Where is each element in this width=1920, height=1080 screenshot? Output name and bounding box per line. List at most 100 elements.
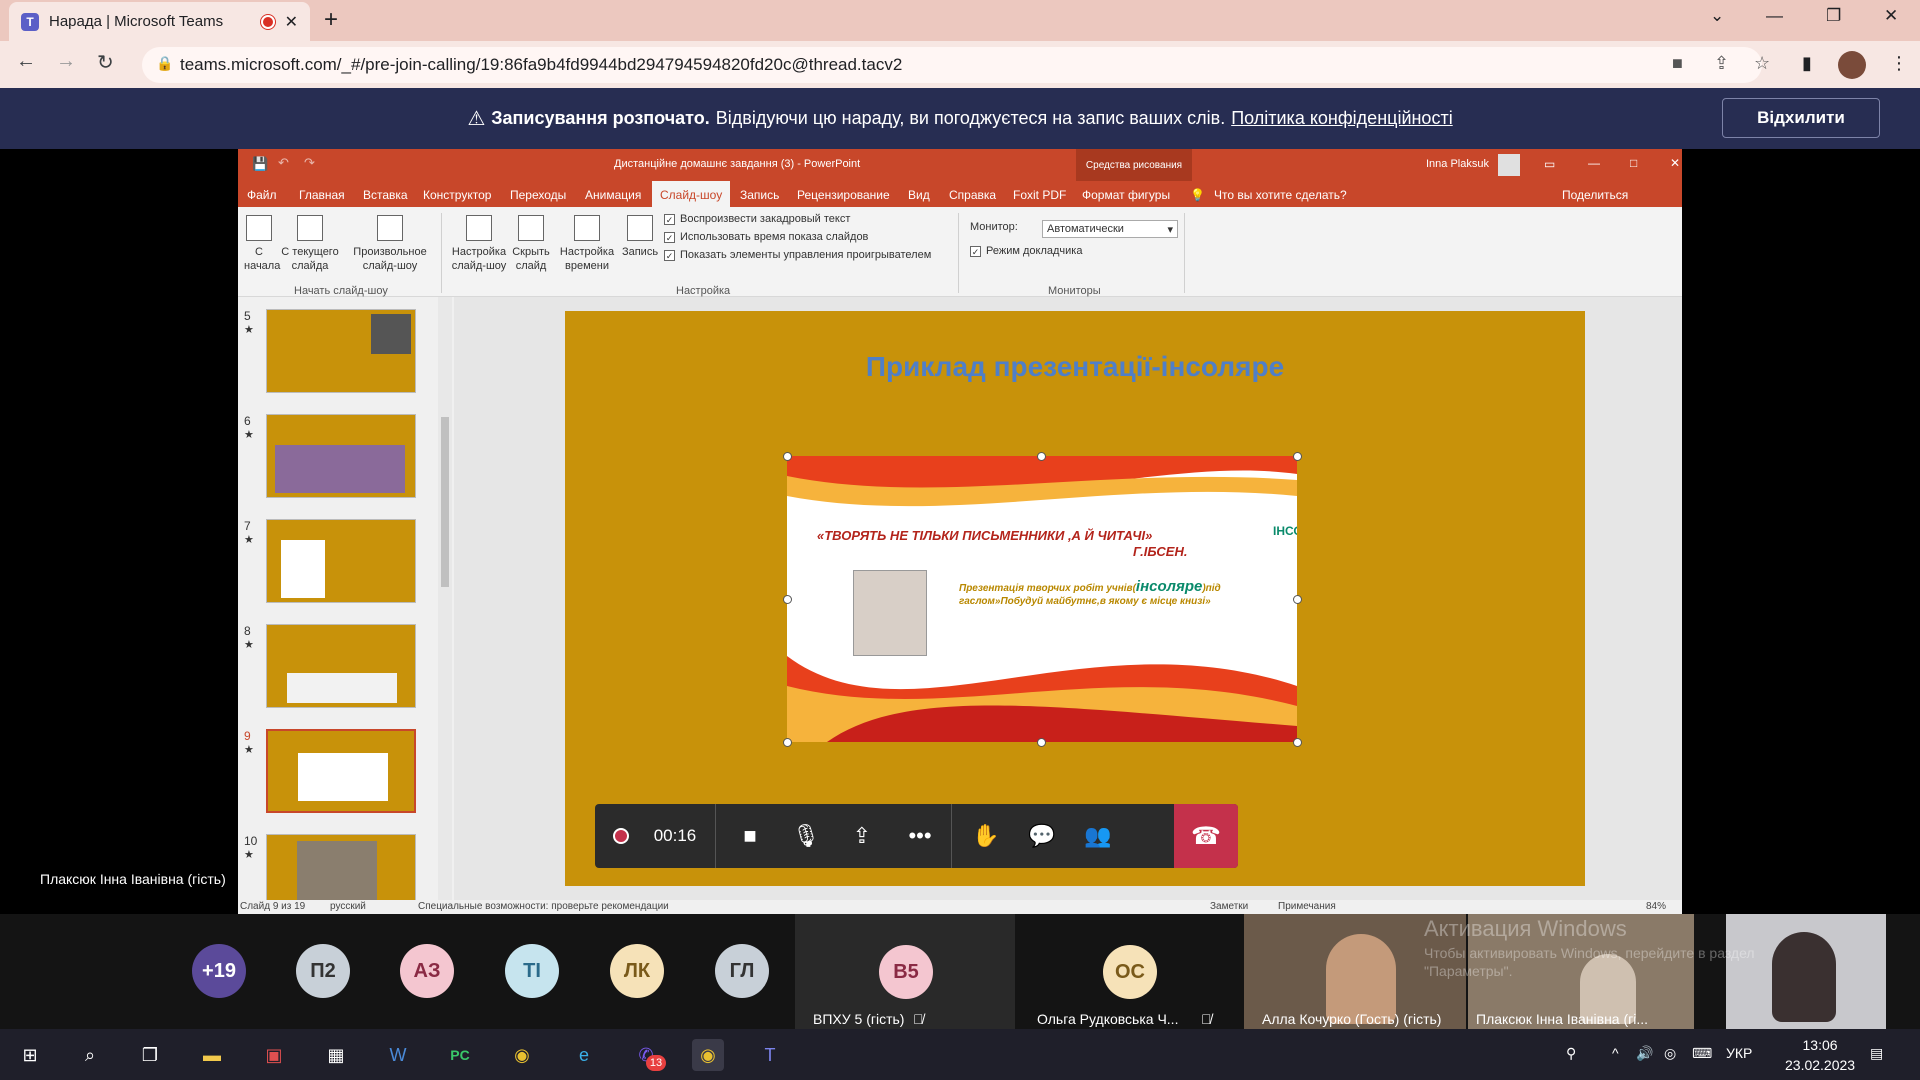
raise-hand-button[interactable]: ✋ <box>961 804 1011 868</box>
participant-name: Алла Кочурко (Гость) (гість) <box>1262 1011 1442 1027</box>
restore-button[interactable]: ❐ <box>1826 6 1841 26</box>
tab-search-icon[interactable]: ⌄ <box>1710 6 1724 26</box>
close-window-button[interactable]: ✕ <box>1884 6 1898 26</box>
ppt-tab: Главная <box>299 188 345 202</box>
bookmark-star-icon[interactable]: ☆ <box>1754 53 1770 74</box>
volume-icon[interactable]: 🔊 <box>1636 1045 1653 1062</box>
back-button[interactable]: ← <box>16 50 36 73</box>
app-icon[interactable]: ▣ <box>258 1039 290 1071</box>
ribbon-separator <box>1184 213 1185 293</box>
recording-banner: ⚠ Записування розпочато. Відвідуючи цю н… <box>0 88 1920 149</box>
mic-off-icon: 🎙̸ <box>913 1011 924 1027</box>
thumbnail-image <box>287 673 397 703</box>
ppt-tab: Переходы <box>510 188 567 202</box>
minimize-button[interactable]: — <box>1766 6 1783 26</box>
share-screen-button[interactable]: ⇪ <box>837 804 887 868</box>
ribbon-separator <box>958 213 959 293</box>
tray-chevron-icon[interactable]: ^ <box>1612 1045 1619 1061</box>
participant-tile: ОС Ольга Рудковська Ч... 🎙̸ <box>1017 914 1242 1029</box>
group-setup-label: Настройка <box>676 285 731 297</box>
desc-before: Презентація творчих робіт учнів( <box>959 583 1136 594</box>
controls-checkbox: ✓ Показать элементы управления проигрыват… <box>664 249 931 261</box>
lock-icon[interactable]: 🔒 <box>156 55 173 72</box>
slide-number: 8 <box>244 624 251 638</box>
star-icon: ★ <box>244 744 254 756</box>
thumbnails-scrollbar <box>438 297 452 900</box>
browser-tab[interactable]: T Нарада | Microsoft Teams ✕ <box>9 2 310 41</box>
chrome-icon[interactable]: ◉ <box>506 1039 538 1071</box>
ppt-tab: Формат фигуры <box>1082 188 1171 202</box>
setup-label: Настройка слайд-шоу <box>451 246 507 272</box>
participant-avatar: В5 <box>879 945 933 999</box>
resize-handle <box>1293 452 1302 461</box>
people-icon[interactable]: ⚲ <box>1566 1045 1576 1062</box>
presenter-view-checkbox: ✓ Режим докладчика <box>970 245 1082 257</box>
keyboard-icon[interactable]: ⌨ <box>1692 1045 1712 1062</box>
menu-icon[interactable]: ⋮ <box>1890 53 1908 74</box>
mic-off-button[interactable]: 🎙 <box>781 804 831 868</box>
profile-avatar[interactable] <box>1838 51 1866 79</box>
new-tab-button[interactable]: + <box>324 6 338 34</box>
ribbon-separator <box>441 213 442 293</box>
resize-handle <box>1037 738 1046 747</box>
more-participants-button[interactable]: +19 <box>192 944 246 998</box>
address-bar-row: ← → ↻ 🔒 teams.microsoft.com/_#/pre-join-… <box>0 41 1920 88</box>
slide-number: 10 <box>244 834 258 848</box>
close-tab-icon[interactable]: ✕ <box>285 12 298 32</box>
ppt-document-title: Дистанційне домашнє завдання (3) - Power… <box>614 158 861 170</box>
browser-tab-strip: T Нарада | Microsoft Teams ✕ + ⌄ — ❐ ✕ <box>0 0 1920 41</box>
clock[interactable]: 13:06 23.02.2023 <box>1785 1035 1855 1075</box>
start-button[interactable]: ⊞ <box>14 1039 46 1071</box>
controls-label: Показать элементы управления проигрывате… <box>680 249 932 261</box>
chat-button[interactable]: 💬 <box>1017 804 1067 868</box>
current-slide: Приклад презентації-інсоляре «ТВОРЯТЬ НЕ… <box>565 311 1585 886</box>
side-panel-icon[interactable]: ▮ <box>1802 53 1812 74</box>
scroll-thumb <box>441 417 449 587</box>
resize-handle <box>1293 738 1302 747</box>
checkbox-icon: ✓ <box>664 231 675 243</box>
monitor-label: Монитор: <box>970 221 1018 233</box>
accessibility-status: Специальные возможности: проверьте реком… <box>418 901 669 912</box>
edge-icon[interactable]: e <box>568 1039 600 1071</box>
viber-tray-icon[interactable]: ◎ <box>1664 1045 1676 1062</box>
ppt-tab: Запись <box>740 188 780 202</box>
language-indicator[interactable]: УКР <box>1726 1045 1752 1061</box>
from-current-label: С текущего слайда <box>281 246 339 272</box>
star-icon: ★ <box>244 324 254 336</box>
participant-avatar: ГЛ <box>715 944 769 998</box>
dismiss-button[interactable]: Відхилити <box>1722 98 1880 138</box>
presenter-name: Плаксюк Інна Іванівна (гість) <box>40 871 226 887</box>
privacy-policy-link[interactable]: Політика конфіденційності <box>1231 108 1452 129</box>
hang-up-button[interactable]: ☎ <box>1174 804 1238 868</box>
teams-taskbar-icon[interactable]: T <box>754 1039 786 1071</box>
ppt-user-avatar <box>1498 154 1520 176</box>
share-icon[interactable]: ⇪ <box>1714 53 1729 74</box>
participants-button[interactable]: 👥 <box>1073 804 1123 868</box>
url-field[interactable]: 🔒 teams.microsoft.com/_#/pre-join-callin… <box>142 47 1762 83</box>
thumbnail-image <box>298 753 388 801</box>
checkbox-icon: ✓ <box>664 249 675 261</box>
slide-description: Презентація творчих робіт учнів(інсоляре… <box>959 579 1249 608</box>
custom-show-button: Произвольное слайд-шоу <box>348 215 432 273</box>
chrome-active-icon[interactable]: ◉ <box>692 1039 724 1071</box>
task-view-icon[interactable]: ❐ <box>134 1039 166 1071</box>
camera-icon[interactable]: ■ <box>1672 53 1683 74</box>
from-current-button: С текущего слайда <box>280 215 340 273</box>
camera-button[interactable]: ■ <box>725 804 775 868</box>
notifications-icon[interactable]: ▤ <box>1870 1045 1883 1062</box>
word-icon[interactable]: W <box>382 1039 414 1071</box>
more-options-button[interactable]: ••• <box>895 804 945 868</box>
pycharm-icon[interactable]: PC <box>444 1039 476 1071</box>
url-text: teams.microsoft.com/_#/pre-join-calling/… <box>180 55 903 74</box>
store-icon[interactable]: ▦ <box>320 1039 352 1071</box>
ppt-tab: Рецензирование <box>797 188 890 202</box>
ppt-minimize-icon: — <box>1588 156 1600 170</box>
ribbon-display-icon: ▭ <box>1544 157 1556 171</box>
record-dot <box>613 828 629 844</box>
reload-button[interactable]: ↻ <box>97 50 114 75</box>
clock-date: 23.02.2023 <box>1785 1057 1856 1073</box>
file-explorer-icon[interactable]: ▬ <box>196 1039 228 1071</box>
search-icon[interactable]: ⌕ <box>74 1039 106 1071</box>
participant-name: Плаксюк Інна Іванівна (гі... <box>1476 1011 1649 1027</box>
forward-button[interactable]: → <box>56 50 76 73</box>
